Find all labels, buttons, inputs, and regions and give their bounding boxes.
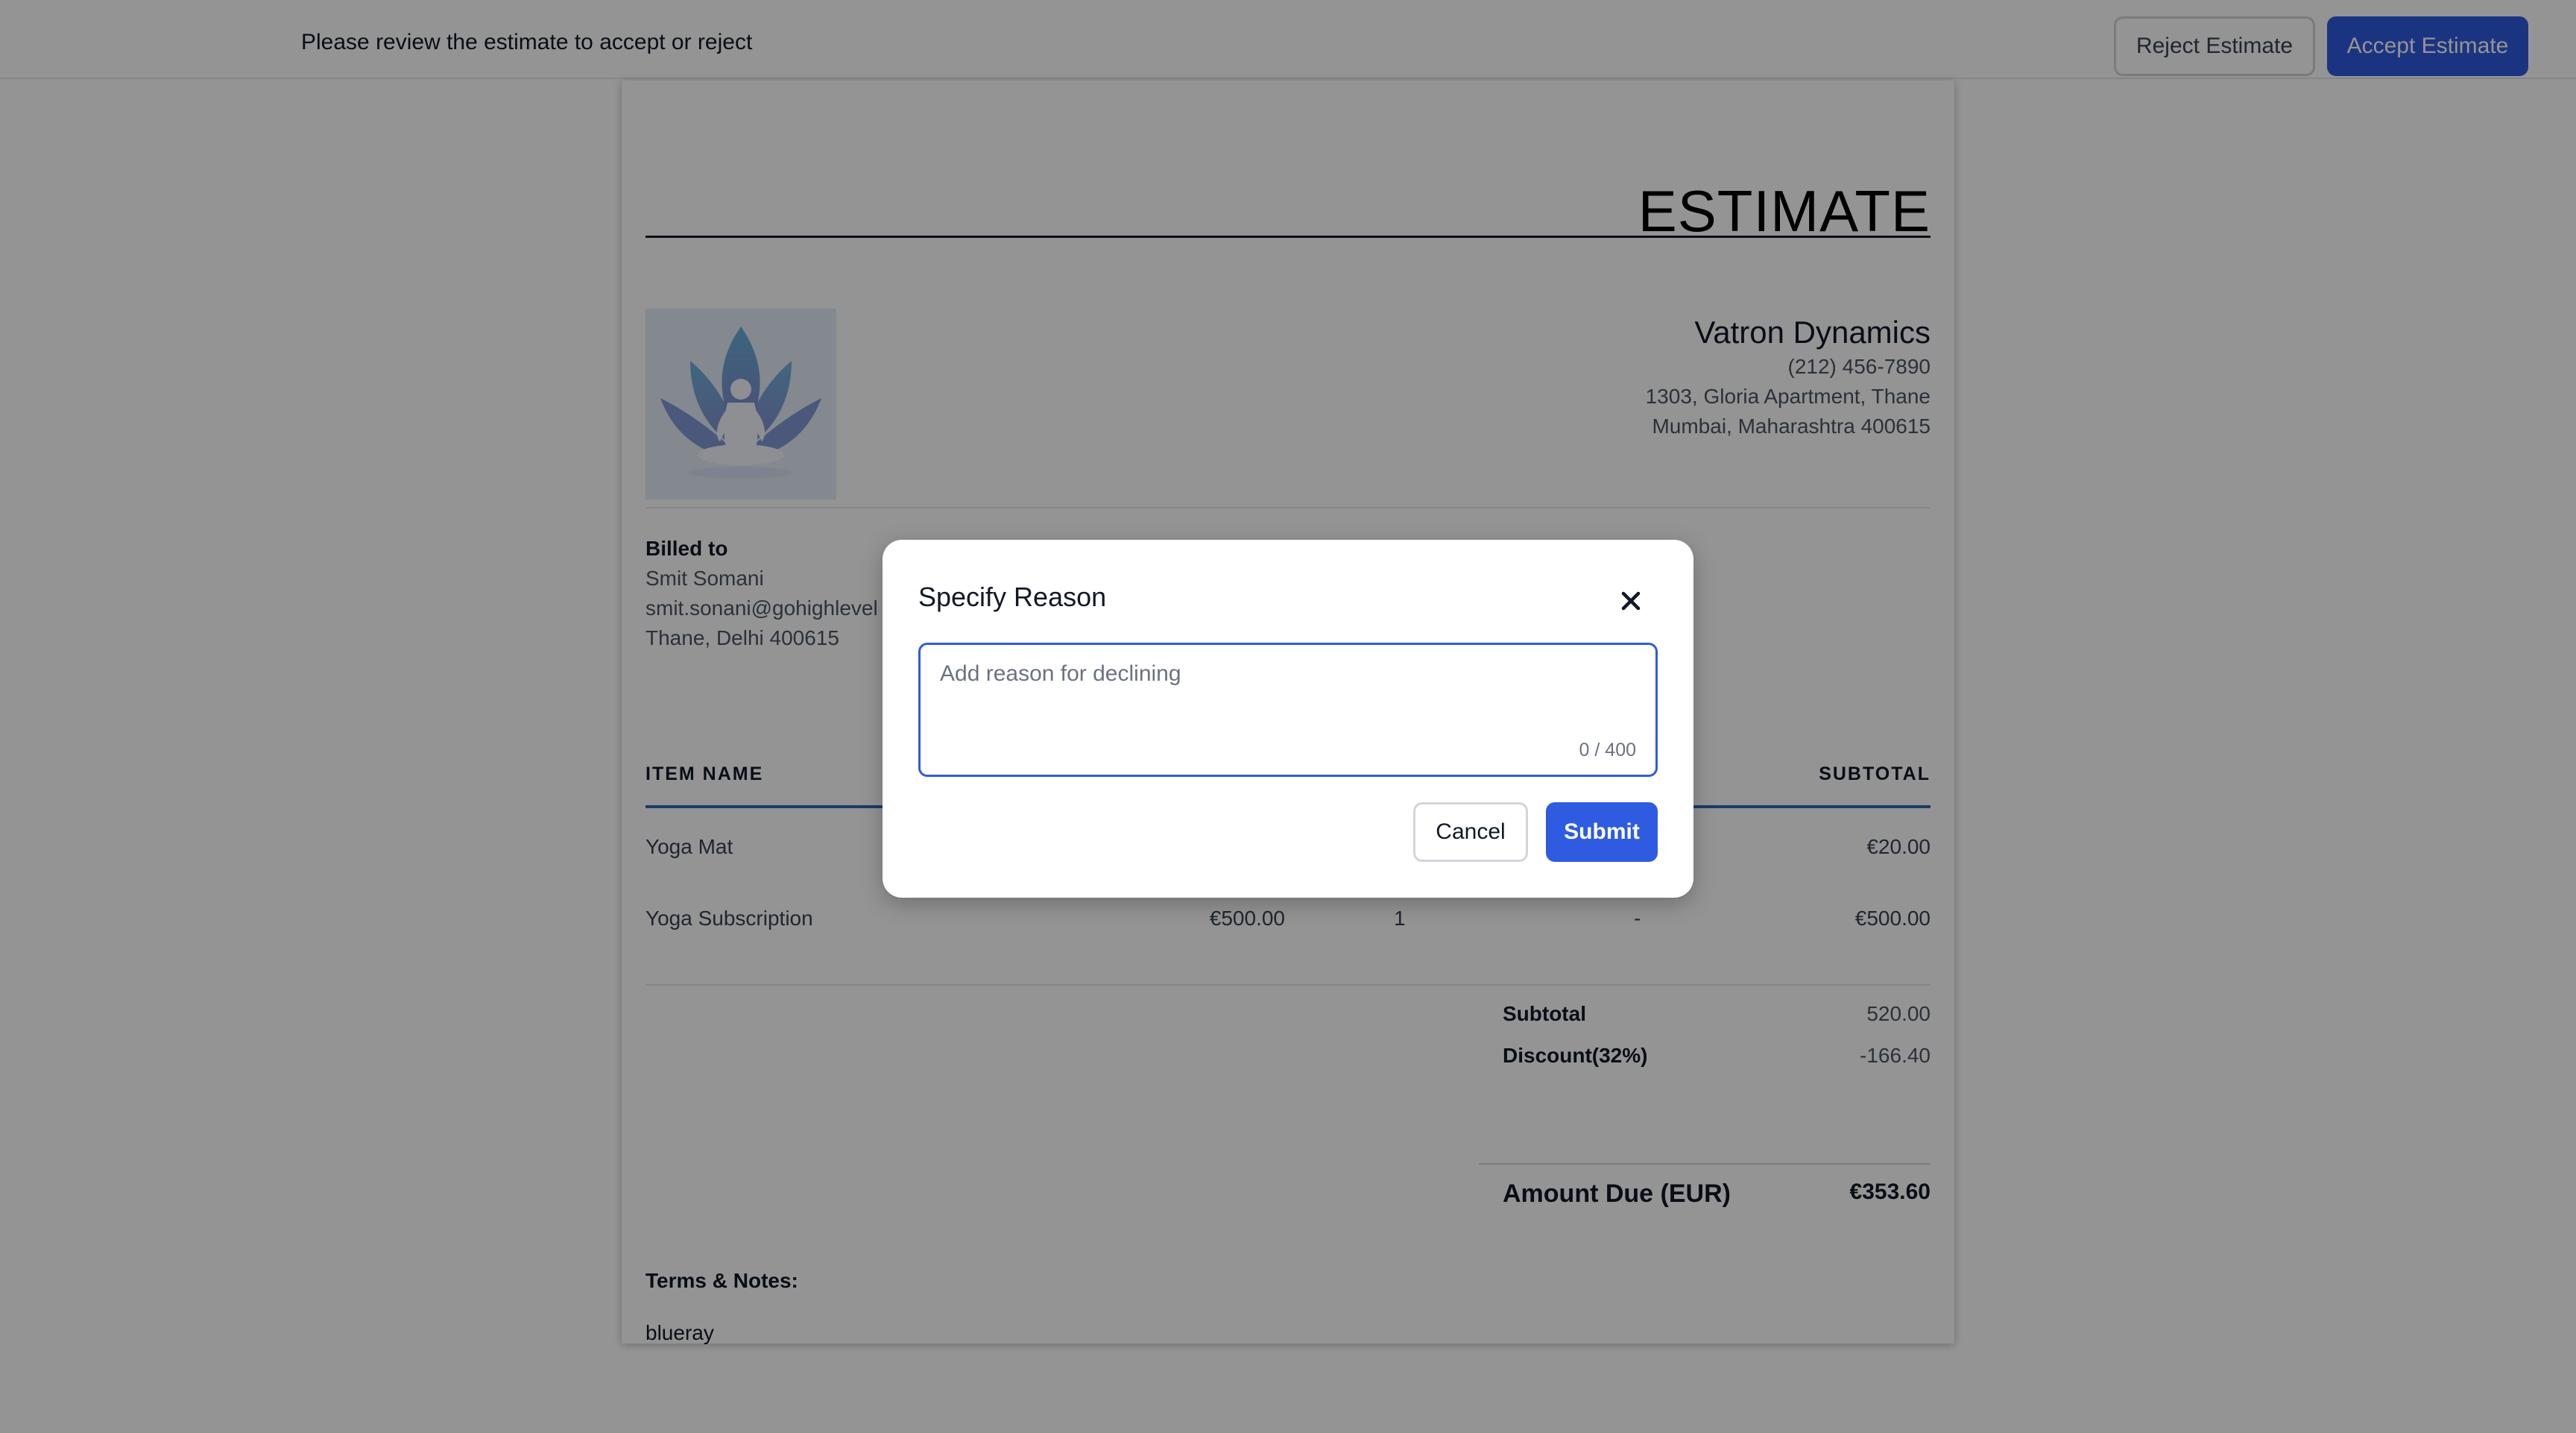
close-icon[interactable] — [1614, 585, 1647, 617]
reason-field-wrapper: 0 / 400 — [918, 643, 1658, 777]
submit-button[interactable]: Submit — [1546, 802, 1658, 862]
character-counter: 0 / 400 — [1579, 740, 1636, 760]
decline-reason-modal: Specify Reason 0 / 400 Cancel Submit — [883, 540, 1693, 898]
modal-title: Specify Reason — [918, 582, 1107, 612]
cancel-button[interactable]: Cancel — [1413, 802, 1528, 862]
reason-textarea[interactable] — [921, 645, 1655, 775]
